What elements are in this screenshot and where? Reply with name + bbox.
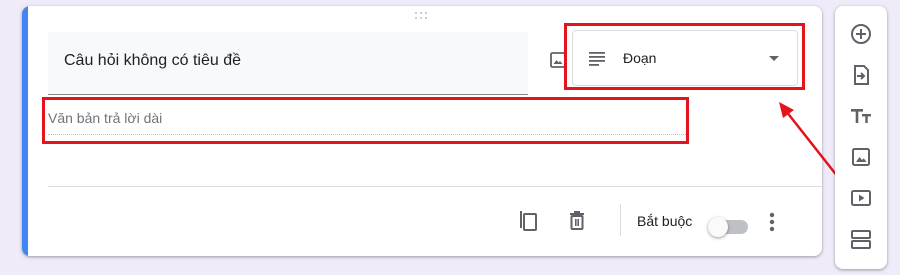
add-circle-icon[interactable] — [847, 20, 875, 48]
footer-separator — [620, 204, 621, 236]
title-text-icon[interactable] — [847, 102, 875, 130]
image-icon[interactable] — [548, 50, 568, 70]
copy-icon[interactable] — [516, 209, 540, 233]
section-icon[interactable] — [847, 225, 875, 253]
footer-divider — [48, 186, 822, 187]
question-type-dropdown[interactable]: Đoạn — [572, 30, 798, 86]
answer-placeholder: Văn bản trả lời dài — [48, 110, 163, 126]
video-icon[interactable] — [847, 184, 875, 212]
paragraph-lines-icon — [587, 48, 607, 68]
question-type-label: Đoạn — [623, 50, 657, 66]
side-toolbar — [835, 6, 887, 269]
toggle-knob — [708, 217, 728, 237]
import-icon[interactable] — [847, 61, 875, 89]
drag-handle-icon[interactable] — [415, 12, 429, 20]
active-indicator — [22, 6, 28, 256]
required-toggle[interactable] — [708, 217, 748, 237]
required-label: Bắt buộc — [637, 213, 693, 229]
question-card[interactable]: Câu hỏi không có tiêu đề Đoạn Văn bản tr… — [22, 6, 822, 256]
more-vert-icon[interactable] — [762, 208, 782, 236]
question-title[interactable]: Câu hỏi không có tiêu đề — [64, 52, 241, 70]
image-icon[interactable] — [847, 143, 875, 171]
long-answer-field: Văn bản trả lời dài — [48, 104, 688, 135]
question-title-field[interactable]: Câu hỏi không có tiêu đề — [48, 32, 528, 95]
chevron-down-icon — [769, 56, 779, 61]
trash-icon[interactable] — [565, 209, 589, 233]
